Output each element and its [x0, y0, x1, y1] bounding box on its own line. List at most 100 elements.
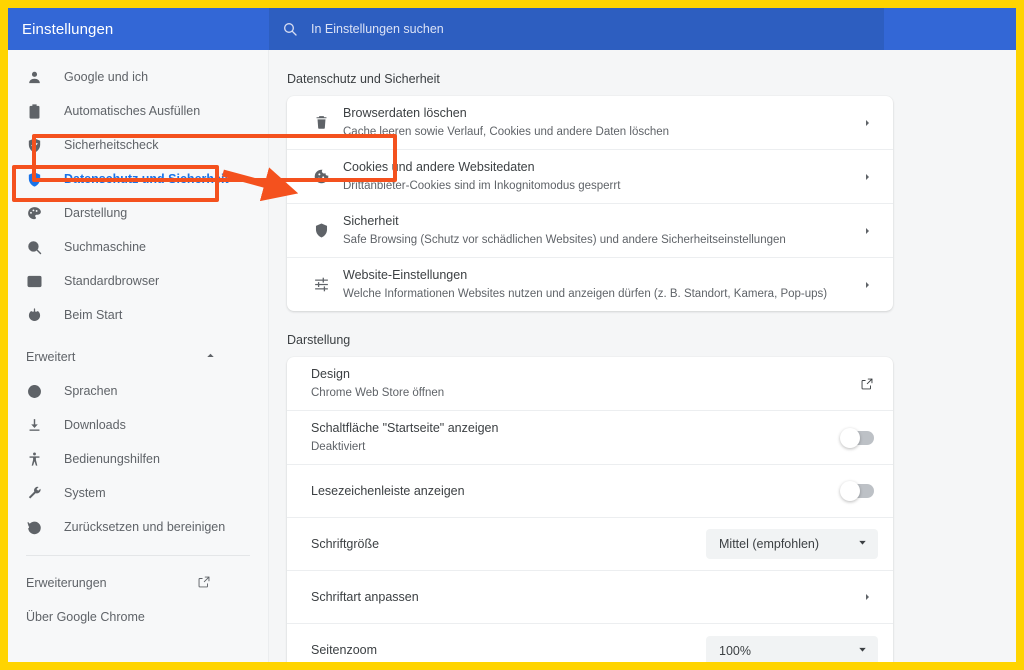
sidebar-item-datenschutz-und-sicherheit[interactable]: Datenschutz und Sicherheit	[8, 162, 268, 196]
row-title: Schriftart anpassen	[311, 589, 419, 604]
sidebar-item-erweiterungen[interactable]: Erweiterungen	[8, 566, 268, 600]
sidebar-item-zuruecksetzen-und-bereinigen[interactable]: Zurücksetzen und bereinigen	[8, 510, 268, 544]
select-value: Mittel (empfohlen)	[719, 537, 820, 551]
main-content: Datenschutz und Sicherheit Browserdaten …	[269, 50, 1016, 662]
sidebar-item-downloads[interactable]: Downloads	[8, 408, 268, 442]
sidebar-item-google-und-ich[interactable]: Google und ich	[8, 60, 268, 94]
row-title: Browserdaten löschen	[343, 106, 467, 120]
chevron-right-icon[interactable]	[856, 279, 878, 291]
sidebar-item-label: Darstellung	[64, 206, 128, 220]
sidebar-item-label: Bedienungshilfen	[64, 452, 160, 466]
row-subtitle: Drittanbieter-Cookies sind im Inkognitom…	[343, 180, 621, 192]
sidebar: Google und ich Automatisches Ausfüllen S…	[8, 50, 269, 662]
toggle-lesezeichenleiste[interactable]	[840, 481, 874, 501]
row-cookies-und-andere-websitedaten[interactable]: Cookies und andere Websitedaten Drittanb…	[287, 150, 893, 204]
chevron-down-icon	[857, 642, 868, 660]
external-link-icon[interactable]	[856, 377, 878, 391]
sidebar-item-automatisches-ausfullen[interactable]: Automatisches Ausfüllen	[8, 94, 268, 128]
shield-icon	[26, 171, 64, 188]
row-title: Cookies und andere Websitedaten	[343, 160, 535, 174]
row-design[interactable]: Design Chrome Web Store öffnen	[287, 357, 893, 411]
cookie-icon	[299, 168, 343, 185]
row-startseite-button-anzeigen[interactable]: Schaltfläche "Startseite" anzeigen Deakt…	[287, 411, 893, 465]
sidebar-section-erweitert[interactable]: Erweitert	[8, 340, 268, 374]
external-link-icon	[197, 575, 211, 592]
sidebar-item-label: Downloads	[64, 418, 126, 432]
toggle-startseite-button[interactable]	[840, 427, 874, 448]
chevron-right-icon[interactable]	[856, 171, 878, 183]
row-title: Seitenzoom	[311, 643, 378, 657]
sidebar-divider	[26, 555, 250, 556]
section-title-appearance: Darstellung	[287, 333, 351, 347]
row-schriftgroesse[interactable]: Schriftgröße Mittel (empfohlen)	[287, 518, 893, 571]
person-icon	[26, 69, 64, 86]
sidebar-item-label: Automatisches Ausfüllen	[64, 104, 201, 118]
row-text: Schriftart anpassen	[311, 589, 856, 606]
row-title: Lesezeichenleiste anzeigen	[311, 483, 465, 498]
sidebar-item-label: Sicherheitscheck	[64, 138, 159, 152]
chevron-up-icon	[205, 350, 216, 364]
row-subtitle: Welche Informationen Websites nutzen und…	[343, 288, 828, 300]
row-seitenzoom[interactable]: Seitenzoom 100%	[287, 624, 893, 662]
row-text: Website-Einstellungen Welche Information…	[343, 267, 856, 302]
privacy-card: Browserdaten löschen Cache leeren sowie …	[287, 96, 893, 311]
search-bar[interactable]	[269, 8, 884, 50]
chevron-right-icon[interactable]	[856, 225, 878, 237]
chevron-right-icon[interactable]	[856, 117, 878, 129]
row-subtitle: Cache leeren sowie Verlauf, Cookies und …	[343, 126, 670, 138]
download-icon	[26, 417, 64, 434]
sidebar-item-label: Standardbrowser	[64, 274, 160, 288]
row-title: Schriftgröße	[311, 536, 380, 551]
row-title: Website-Einstellungen	[343, 268, 468, 282]
accessibility-icon	[26, 451, 64, 468]
row-subtitle: Safe Browsing (Schutz vor schädlichen We…	[343, 234, 786, 246]
shield-check-icon	[26, 137, 64, 154]
row-sicherheit[interactable]: Sicherheit Safe Browsing (Schutz vor sch…	[287, 204, 893, 258]
appearance-card: Design Chrome Web Store öffnen Schaltflä…	[287, 357, 893, 662]
row-text: Schaltfläche "Startseite" anzeigen Deakt…	[311, 420, 842, 455]
search-input[interactable]	[311, 8, 865, 50]
row-schriftart-anpassen[interactable]: Schriftart anpassen	[287, 571, 893, 624]
history-restore-icon	[26, 519, 64, 536]
power-icon	[26, 307, 64, 324]
sidebar-item-standardbrowser[interactable]: Standardbrowser	[8, 264, 268, 298]
chevron-right-icon[interactable]	[856, 591, 878, 603]
sidebar-item-label: System	[64, 486, 106, 500]
sidebar-item-label: Sprachen	[64, 384, 118, 398]
sidebar-item-beim-start[interactable]: Beim Start	[8, 298, 268, 332]
sidebar-item-sicherheitscheck[interactable]: Sicherheitscheck	[8, 128, 268, 162]
row-text: Browserdaten löschen Cache leeren sowie …	[343, 105, 856, 140]
row-subtitle: Deaktiviert	[311, 441, 366, 453]
row-text: Design Chrome Web Store öffnen	[311, 366, 856, 401]
toggle-knob	[840, 427, 860, 448]
toggle-knob	[840, 481, 860, 501]
sidebar-item-label: Über Google Chrome	[26, 610, 145, 624]
globe-icon	[26, 383, 64, 400]
row-browserdaten-loeschen[interactable]: Browserdaten löschen Cache leeren sowie …	[287, 96, 893, 150]
row-website-einstellungen[interactable]: Website-Einstellungen Welche Information…	[287, 258, 893, 311]
page-title: Einstellungen	[22, 20, 114, 38]
browser-window-icon	[26, 273, 64, 290]
section-title-privacy: Datenschutz und Sicherheit	[287, 72, 440, 86]
select-schriftgroesse[interactable]: Mittel (empfohlen)	[706, 529, 878, 559]
wrench-icon	[26, 485, 64, 502]
row-text: Cookies und andere Websitedaten Drittanb…	[343, 159, 856, 194]
sidebar-item-ueber-google-chrome[interactable]: Über Google Chrome	[8, 600, 268, 634]
row-title: Sicherheit	[343, 214, 399, 228]
row-lesezeichenleiste-anzeigen[interactable]: Lesezeichenleiste anzeigen	[287, 465, 893, 518]
sidebar-item-darstellung[interactable]: Darstellung	[8, 196, 268, 230]
select-seitenzoom[interactable]: 100%	[706, 635, 878, 662]
clipboard-icon	[26, 103, 64, 120]
row-title: Schaltfläche "Startseite" anzeigen	[311, 421, 499, 435]
sidebar-item-label: Zurücksetzen und bereinigen	[64, 520, 226, 534]
sidebar-item-sprachen[interactable]: Sprachen	[8, 374, 268, 408]
sidebar-item-system[interactable]: System	[8, 476, 268, 510]
sidebar-item-suchmaschine[interactable]: Suchmaschine	[8, 230, 268, 264]
row-text: Seitenzoom	[311, 642, 706, 659]
sidebar-item-bedienungshilfen[interactable]: Bedienungshilfen	[8, 442, 268, 476]
palette-icon	[26, 205, 64, 222]
chevron-down-icon	[857, 535, 868, 553]
sidebar-item-label: Google und ich	[64, 70, 149, 84]
row-text: Schriftgröße	[311, 536, 706, 553]
search-icon	[26, 239, 64, 256]
